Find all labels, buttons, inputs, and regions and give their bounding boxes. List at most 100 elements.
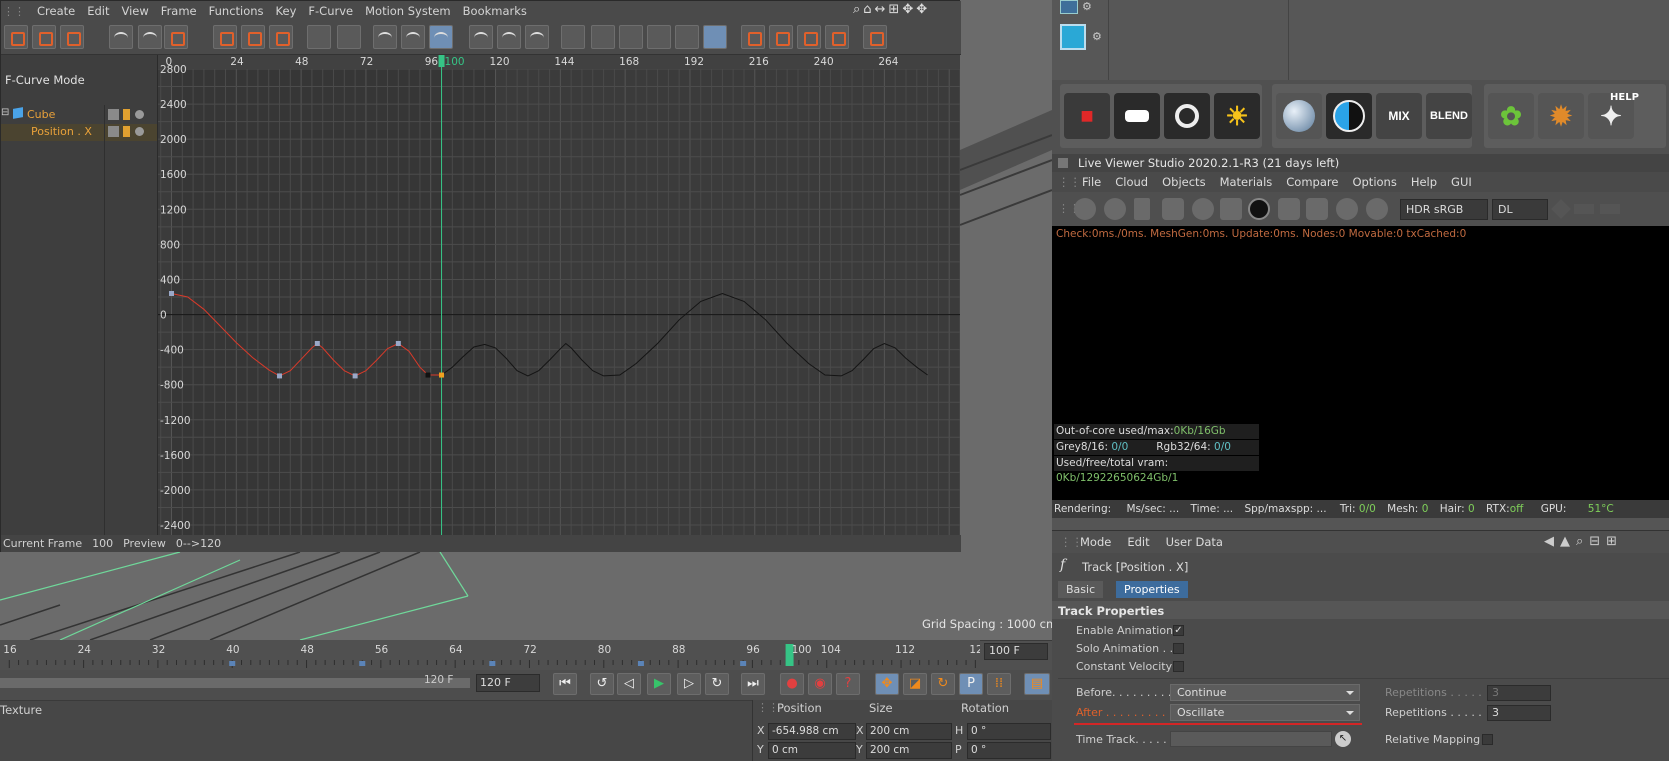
linear-button[interactable] (373, 25, 397, 49)
lv-menu-options[interactable]: Options (1352, 175, 1396, 189)
curve-tool-2-button[interactable] (138, 25, 162, 49)
menu-view[interactable]: View (122, 4, 149, 18)
motion-mode-button[interactable] (60, 25, 84, 49)
gear-icon[interactable]: ⚙ (1092, 30, 1102, 43)
menu-create[interactable]: Create (37, 4, 75, 18)
zero-length-button[interactable] (337, 25, 361, 49)
layers-icon[interactable] (1060, 24, 1086, 50)
before-repetitions-field[interactable]: 3 (1487, 685, 1551, 701)
after-dropdown[interactable]: Oscillate (1170, 704, 1360, 721)
tree-row-position-x[interactable]: Position . X (1, 124, 157, 141)
menu-bookmarks[interactable]: Bookmarks (463, 4, 527, 18)
lv-menu-objects[interactable]: Objects (1162, 175, 1205, 189)
light-rect-icon[interactable] (1114, 93, 1160, 139)
tab-basic[interactable]: Basic (1058, 581, 1104, 598)
lock-4-button[interactable] (825, 25, 849, 49)
lv-menu-help[interactable]: Help (1411, 175, 1437, 189)
play-button[interactable]: ▶ (647, 673, 671, 695)
target-light-icon[interactable] (1164, 93, 1210, 139)
mix-split-icon[interactable] (1326, 93, 1372, 139)
settings-gear-icon[interactable] (1192, 198, 1214, 220)
attr-menu-user-data[interactable]: User Data (1166, 535, 1223, 549)
pause-render-icon[interactable] (1134, 198, 1150, 220)
material-picker-icon[interactable] (1366, 198, 1388, 220)
spline-button[interactable] (429, 25, 453, 49)
prev-key-button[interactable]: ↺ (590, 673, 614, 695)
ease-button[interactable] (525, 25, 549, 49)
lv-menu-materials[interactable]: Materials (1220, 175, 1273, 189)
color-space-select[interactable]: HDR sRGB (1400, 199, 1488, 220)
constant-velocity-checkbox[interactable] (1173, 661, 1184, 672)
tangent-6-button[interactable] (703, 25, 727, 49)
record-scale-button[interactable]: ◪ (903, 673, 927, 695)
material-ball-icon[interactable] (1248, 198, 1270, 220)
timeline-ruler[interactable]: 16 24 32 40 48 56 64 72 80 88 96 100 104 112 120 (0, 640, 980, 670)
record-button[interactable]: ● (780, 673, 804, 695)
lock-3-button[interactable] (797, 25, 821, 49)
function-mode-button[interactable] (32, 25, 56, 49)
track-toggle-icon[interactable] (108, 126, 119, 137)
rotation-p-field[interactable]: 0 ° (967, 742, 1051, 759)
goto-start-button[interactable]: ⏮ (553, 673, 577, 695)
tangent-2-button[interactable] (591, 25, 615, 49)
menu-edit[interactable]: Edit (87, 4, 109, 18)
record-rotation-button[interactable]: ↻ (931, 673, 955, 695)
curve-tool-1-button[interactable] (109, 25, 133, 49)
blend-material-icon[interactable]: BLEND (1426, 93, 1472, 139)
break-tangents-button[interactable] (863, 25, 887, 49)
record-pla-button[interactable]: ⁞⁞ (987, 673, 1011, 695)
keyframe-selection-button[interactable]: ? (836, 673, 860, 695)
tangent-3-button[interactable] (619, 25, 643, 49)
menu-fcurve[interactable]: F-Curve (308, 4, 353, 18)
lock-icon[interactable] (1220, 198, 1242, 220)
attr-menu-mode[interactable]: Mode (1080, 535, 1111, 549)
drag-handle-icon[interactable]: ⋮⋮ (757, 701, 779, 714)
fcurve-mode-button[interactable] (4, 25, 28, 49)
layer-icon[interactable] (1060, 0, 1078, 14)
menu-key[interactable]: Key (276, 4, 297, 18)
menu-motion-system[interactable]: Motion System (365, 4, 451, 18)
gear-icon[interactable]: ⚙ (1082, 0, 1092, 13)
clay-mode-icon[interactable] (1306, 198, 1328, 220)
solo-animation-checkbox[interactable] (1173, 643, 1184, 654)
key-tool-button[interactable] (269, 25, 293, 49)
window-menu-icon[interactable] (1058, 158, 1068, 168)
ease-in-button[interactable] (469, 25, 493, 49)
hexagon-icon[interactable] (1551, 199, 1571, 219)
lv-menu-file[interactable]: File (1082, 175, 1101, 189)
sun-icon[interactable]: ☀ (1214, 93, 1260, 139)
end-frame-field[interactable]: 120 F (476, 674, 540, 692)
relative-mapping-checkbox[interactable] (1482, 734, 1493, 745)
ease-out-button[interactable] (497, 25, 521, 49)
picker-arrow-icon[interactable]: ↖ (1335, 731, 1351, 747)
focus-picker-icon[interactable] (1336, 198, 1358, 220)
tab-properties[interactable]: Properties (1116, 581, 1188, 598)
menu-functions[interactable]: Functions (209, 4, 264, 18)
collapse-icon[interactable]: ⊟ (1, 107, 9, 118)
next-frame-button[interactable]: ▷ (677, 673, 701, 695)
tree-row-cube[interactable]: ⊟ Cube (1, 107, 157, 124)
goto-end-button[interactable]: ⏭ (741, 673, 765, 695)
prev-frame-button[interactable]: ◁ (617, 673, 641, 695)
send-scene-icon[interactable] (1074, 198, 1096, 220)
lv-menu-compare[interactable]: Compare (1286, 175, 1338, 189)
attr-menu-edit[interactable]: Edit (1127, 535, 1149, 549)
step-button[interactable] (401, 25, 425, 49)
fcurve-graph[interactable]: 0 24 48 72 96 100 120 144 168 192 216 240 264 2800 240… (158, 55, 960, 535)
track-dot-icon[interactable] (135, 110, 144, 119)
add-keys-button[interactable] (241, 25, 265, 49)
rect-icon[interactable] (1600, 204, 1620, 214)
vdb-icon[interactable]: ✹ (1538, 93, 1584, 139)
drag-handle-icon[interactable]: ⋮⋮ (3, 5, 25, 18)
size-x-field[interactable]: 200 cm (866, 723, 952, 740)
add-region-icon[interactable] (1278, 198, 1300, 220)
time-track-field[interactable] (1170, 731, 1332, 747)
autokey-button[interactable]: ◉ (808, 673, 832, 695)
region-render-icon[interactable] (1162, 198, 1184, 220)
attribute-nav-icons[interactable]: ◀▲⌕⊟⊞ (1544, 534, 1623, 549)
rect-icon[interactable] (1574, 204, 1594, 214)
curve-tool-3-button[interactable] (164, 25, 188, 49)
tangent-1-button[interactable] (561, 25, 585, 49)
record-position-button[interactable]: ✥ (875, 673, 899, 695)
lv-menu-cloud[interactable]: Cloud (1115, 175, 1148, 189)
